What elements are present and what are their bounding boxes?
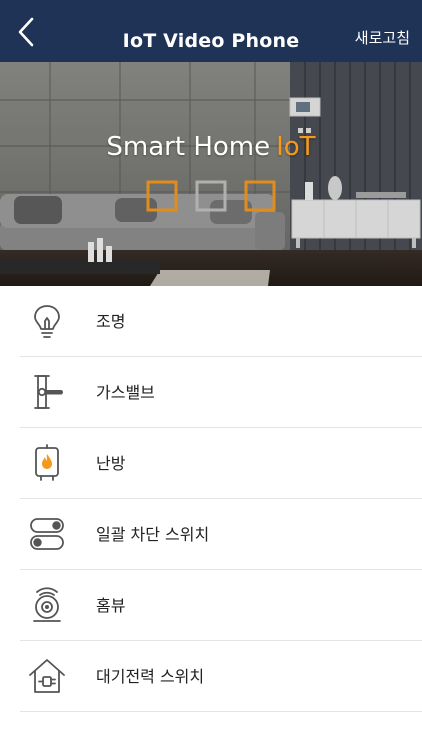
app-header: IoT Video Phone 새로고침 (0, 0, 422, 62)
smart-home-banner: Smart Home IoT (0, 62, 422, 286)
menu-label: 조명 (96, 312, 126, 331)
menu-label: 가스밸브 (96, 383, 155, 402)
light-bulb-icon (34, 305, 60, 338)
device-menu: 조명 가스밸브 난방 일괄 차단 스위치 홈뷰 대기전력 스위치 (0, 286, 422, 712)
refresh-button[interactable]: 새로고침 (355, 27, 410, 48)
gas-valve-icon (34, 375, 63, 409)
toggle-switch-icon (30, 518, 64, 550)
menu-item-heating[interactable]: 난방 (0, 428, 422, 499)
menu-item-master-switch[interactable]: 일괄 차단 스위치 (0, 499, 422, 570)
menu-item-lighting[interactable]: 조명 (0, 286, 422, 357)
banner-title: Smart Home IoT (0, 132, 422, 162)
menu-label: 홈뷰 (96, 596, 126, 615)
menu-label: 난방 (96, 454, 126, 473)
menu-item-gas-valve[interactable]: 가스밸브 (0, 357, 422, 428)
chevron-left-icon (18, 17, 34, 47)
living-room-image (0, 62, 422, 286)
heating-icon (35, 444, 59, 481)
banner-title-text: Smart Home (106, 132, 271, 162)
menu-label: 대기전력 스위치 (96, 667, 205, 686)
back-button[interactable] (12, 16, 44, 48)
menu-item-standby-power[interactable]: 대기전력 스위치 (0, 641, 422, 712)
standby-power-icon (29, 659, 65, 693)
banner-title-accent: IoT (276, 132, 316, 162)
menu-item-home-view[interactable]: 홈뷰 (0, 570, 422, 641)
camera-icon (33, 587, 61, 622)
menu-label: 일괄 차단 스위치 (96, 525, 210, 544)
